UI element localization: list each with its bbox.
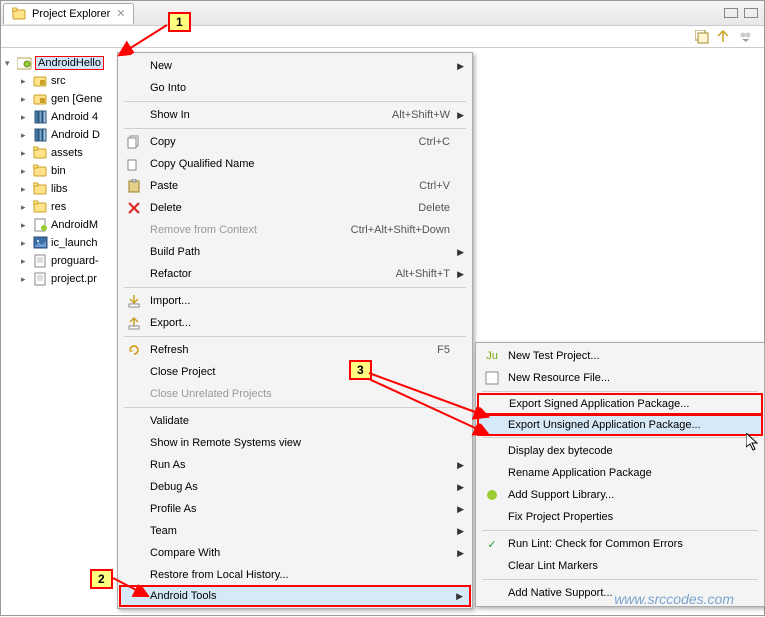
watermark: www.srccodes.com	[614, 591, 734, 607]
annotation-arrows	[1, 1, 765, 617]
cursor-icon	[746, 433, 762, 453]
